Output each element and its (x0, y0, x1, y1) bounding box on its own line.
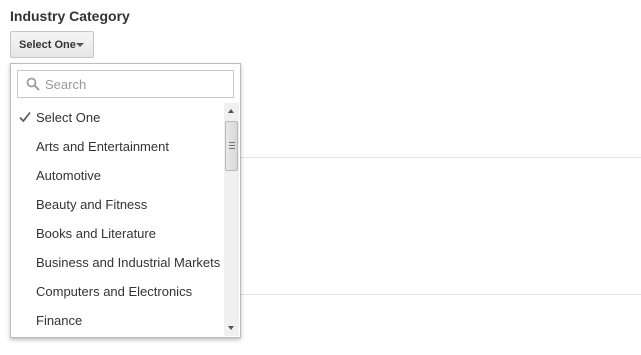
option-label: Automotive (36, 168, 102, 183)
list-item[interactable]: Business and Industrial Markets (11, 248, 223, 277)
list-item[interactable]: Automotive (11, 161, 223, 190)
option-label: Business and Industrial Markets (36, 255, 221, 270)
option-label: Books and Literature (36, 226, 156, 241)
option-label: Select One (36, 110, 101, 125)
divider (240, 294, 641, 295)
industry-category-select[interactable]: Select One (10, 31, 94, 58)
dropdown-menu: Select One Arts and Entertainment Automo… (10, 63, 241, 338)
list-item[interactable]: Select One (11, 103, 223, 132)
option-label: Computers and Electronics (36, 284, 193, 299)
divider (240, 157, 641, 158)
list-item[interactable]: Books and Literature (11, 219, 223, 248)
grip-line (229, 142, 235, 143)
list-item[interactable]: Arts and Entertainment (11, 132, 223, 161)
scroll-down-icon[interactable] (228, 326, 234, 330)
list-item[interactable]: Computers and Electronics (11, 277, 223, 306)
option-list: Select One Arts and Entertainment Automo… (11, 103, 223, 335)
field-label: Industry Category (10, 8, 130, 24)
grip-line (229, 145, 235, 146)
check-icon (19, 112, 31, 123)
select-value: Select One (19, 38, 76, 51)
scrollbar[interactable] (224, 103, 239, 336)
scroll-thumb[interactable] (225, 121, 238, 171)
search-box[interactable] (17, 70, 234, 98)
search-icon (26, 77, 40, 91)
chevron-down-icon (76, 43, 84, 47)
option-label: Finance (36, 313, 83, 328)
option-label: Arts and Entertainment (36, 139, 169, 154)
option-label: Beauty and Fitness (36, 197, 148, 212)
scroll-up-icon[interactable] (228, 109, 234, 113)
list-item[interactable]: Beauty and Fitness (11, 190, 223, 219)
grip-line (229, 148, 235, 149)
search-input[interactable] (45, 76, 225, 92)
list-item[interactable]: Finance (11, 306, 223, 335)
